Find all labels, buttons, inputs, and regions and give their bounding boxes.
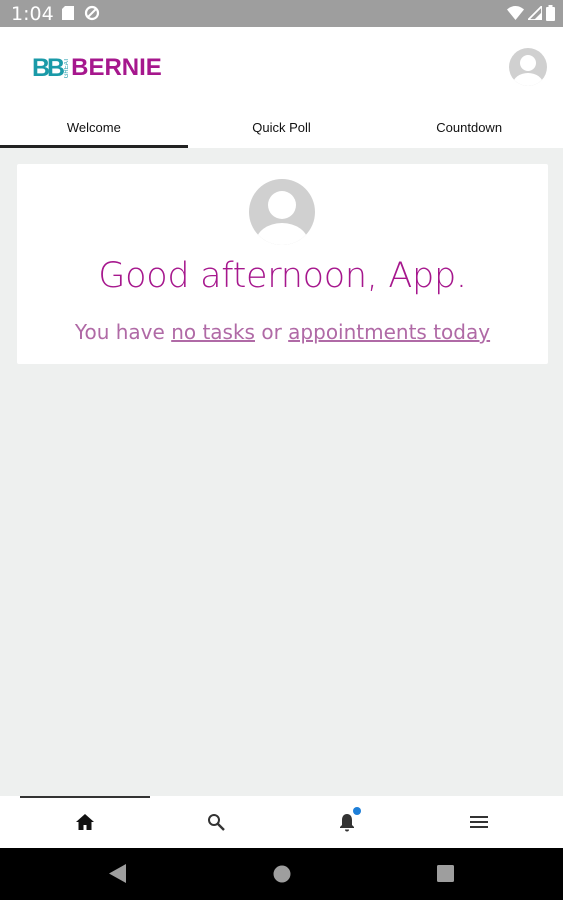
nav-home-button[interactable] <box>73 810 97 834</box>
nav-menu-button[interactable] <box>467 810 491 834</box>
app-header: BB GREAT BERNIE <box>0 27 563 107</box>
back-icon[interactable] <box>109 864 126 888</box>
logo-small-text: GREAT <box>64 57 71 79</box>
summary-prefix: You have <box>74 320 172 344</box>
nav-notifications-button[interactable] <box>335 807 361 834</box>
tab-countdown[interactable]: Countdown <box>375 107 563 148</box>
summary-middle: or <box>254 320 289 344</box>
status-time: 1:04 <box>11 3 54 25</box>
bottom-navigation <box>0 796 563 848</box>
user-avatar <box>249 179 315 245</box>
logo-name: BERNIE <box>71 54 162 81</box>
greeting-text: Good afternoon, App. <box>98 256 467 296</box>
bell-icon <box>340 813 354 831</box>
great-bernie-logo: BB GREAT BERNIE <box>32 53 162 82</box>
tab-welcome[interactable]: Welcome <box>0 107 188 148</box>
tasks-link[interactable]: no tasks <box>171 320 255 344</box>
recents-icon[interactable] <box>437 865 454 887</box>
active-tab-indicator <box>20 796 150 798</box>
logo-initials: BB <box>32 53 65 82</box>
data-saver-icon <box>84 5 100 26</box>
tab-bar: Welcome Quick Poll Countdown <box>0 107 563 148</box>
summary-text: You have no tasks or appointments today <box>17 320 548 344</box>
nav-search-button[interactable] <box>204 810 228 834</box>
menu-icon <box>470 816 488 828</box>
sd-card-icon <box>62 6 74 25</box>
notification-badge <box>353 807 361 815</box>
home-circle-icon[interactable] <box>273 865 291 888</box>
system-navigation-bar <box>0 848 563 900</box>
user-avatar-icon <box>513 55 543 86</box>
home-icon <box>76 814 94 830</box>
user-avatar-icon <box>256 191 308 245</box>
tab-quick-poll[interactable]: Quick Poll <box>188 107 376 148</box>
appointments-link[interactable]: appointments today <box>288 320 490 344</box>
profile-avatar-button[interactable] <box>509 48 547 86</box>
status-bar: 1:04 <box>0 0 563 27</box>
battery-icon <box>546 5 555 26</box>
search-icon <box>208 814 225 831</box>
wifi-icon <box>507 6 524 25</box>
welcome-card: Good afternoon, App. You have no tasks o… <box>17 164 548 364</box>
signal-icon <box>525 3 543 25</box>
